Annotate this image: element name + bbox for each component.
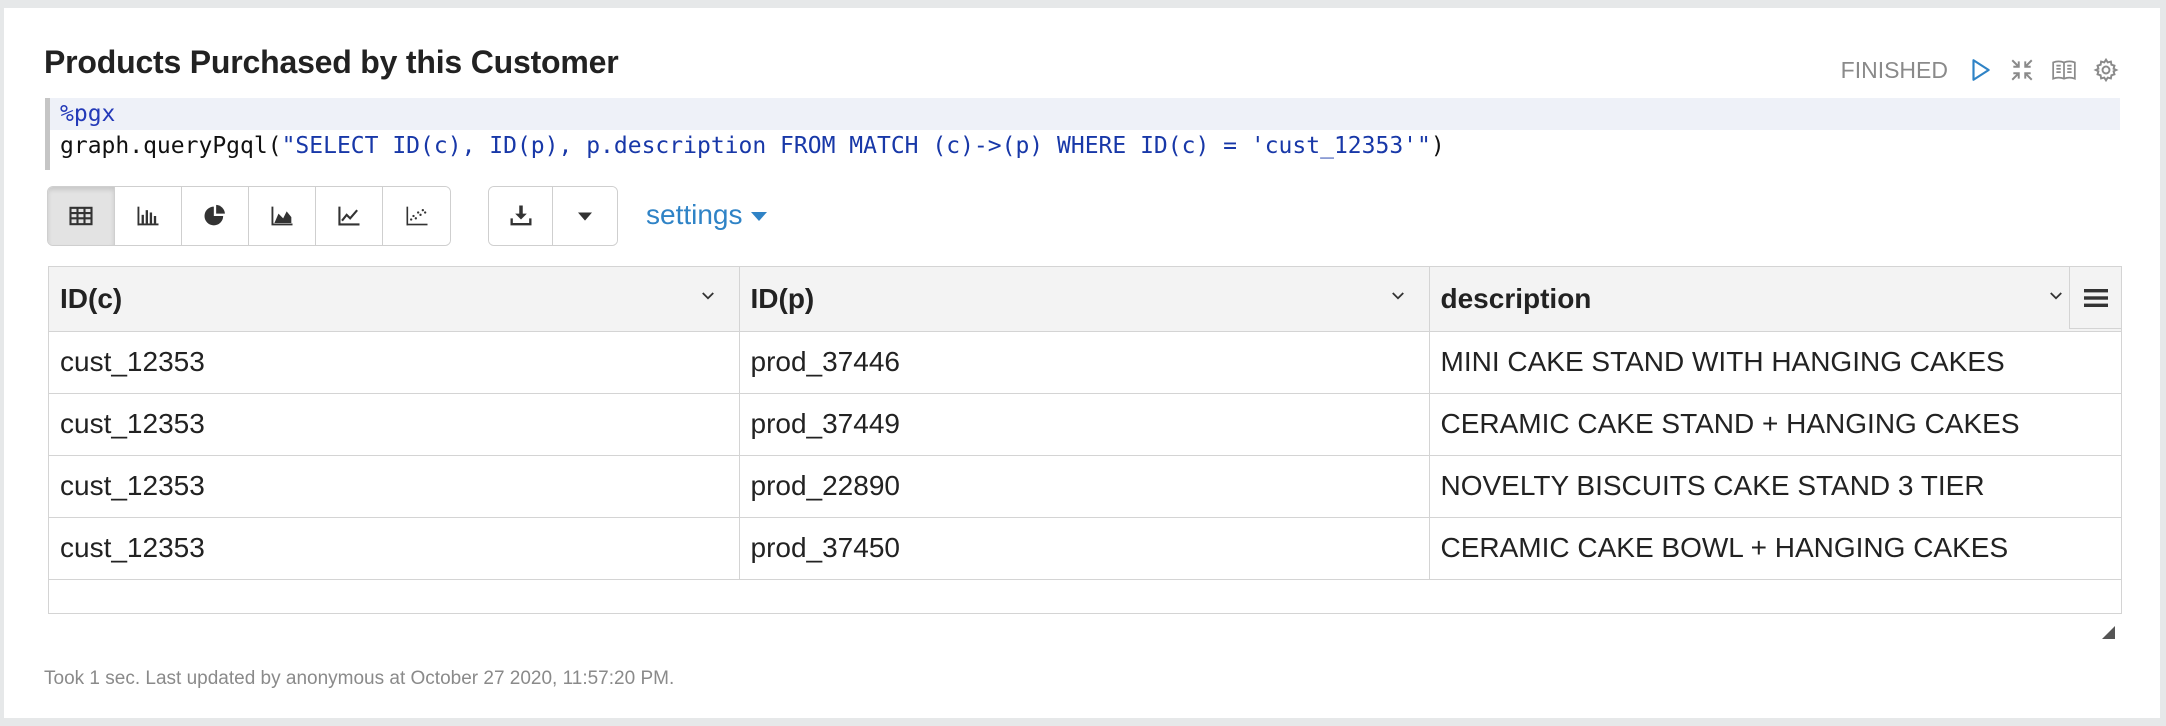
table-row[interactable]: cust_12353 prod_37446 MINI CAKE STAND WI…: [49, 331, 2121, 394]
notebook-paragraph: Products Purchased by this Customer FINI…: [4, 8, 2160, 718]
scatter-chart-button[interactable]: [383, 187, 450, 245]
line-chart-icon: [338, 206, 360, 226]
area-chart-icon: [271, 206, 293, 226]
display-toolbar: settings: [47, 186, 767, 246]
run-icon[interactable]: [1966, 56, 1994, 84]
cell-id-p[interactable]: prod_37450: [739, 517, 1430, 580]
download-group: [488, 186, 618, 246]
table-row[interactable]: cust_12353 prod_37449 CERAMIC CAKE STAND…: [49, 393, 2121, 456]
caret-down-icon: [578, 212, 592, 221]
cell-description[interactable]: CERAMIC CAKE STAND + HANGING CAKES: [1429, 393, 2121, 456]
cell-id-c[interactable]: cust_12353: [49, 455, 740, 518]
cell-id-p[interactable]: prod_37446: [739, 331, 1430, 394]
code-line-interpreter: %pgx: [50, 98, 2120, 130]
settings-caret-icon: [750, 212, 767, 221]
chart-type-group: [47, 186, 451, 246]
column-header-label: description: [1440, 282, 1592, 314]
settings-label: settings: [646, 199, 743, 230]
status-label: FINISHED: [1840, 56, 1948, 83]
result-table: ID(c) ID(p) description cust_12353 prod_…: [48, 266, 2122, 614]
chevron-down-icon[interactable]: [699, 287, 717, 305]
book-icon[interactable]: [2050, 56, 2078, 84]
chevron-down-icon[interactable]: [2047, 287, 2065, 305]
paragraph-controls: FINISHED: [1841, 56, 2120, 84]
cell-id-c[interactable]: cust_12353: [49, 393, 740, 456]
area-chart-button[interactable]: [249, 187, 316, 245]
pie-chart-icon: [204, 204, 225, 226]
scatter-chart-icon: [406, 206, 427, 226]
column-header-label: ID(c): [60, 282, 123, 314]
table-view-button[interactable]: [48, 187, 115, 245]
line-chart-button[interactable]: [316, 187, 383, 245]
menu-icon: [2083, 288, 2108, 307]
settings-dropdown[interactable]: settings: [646, 186, 767, 244]
cell-description[interactable]: NOVELTY BISCUITS CAKE STAND 3 TIER: [1429, 455, 2121, 518]
table-row[interactable]: cust_12353 prod_37450 CERAMIC CAKE BOWL …: [49, 517, 2121, 580]
column-header-description[interactable]: description: [1429, 267, 2121, 332]
download-options-button[interactable]: [553, 187, 617, 245]
pie-chart-button[interactable]: [182, 187, 249, 245]
column-header-label: ID(p): [750, 282, 815, 314]
gear-icon[interactable]: [2092, 56, 2120, 84]
code-close-paren: ): [1430, 133, 1445, 159]
table-row[interactable]: cust_12353 prod_22890 NOVELTY BISCUITS C…: [49, 455, 2121, 518]
cell-description[interactable]: CERAMIC CAKE BOWL + HANGING CAKES: [1429, 517, 2121, 580]
resize-handle-icon[interactable]: [2098, 622, 2116, 640]
cell-id-p[interactable]: prod_37449: [739, 393, 1430, 456]
code-query-string: "SELECT ID(c), ID(p), p.description FROM…: [281, 133, 1431, 159]
code-call: graph.queryPgql(: [60, 133, 282, 159]
cell-id-p[interactable]: prod_22890: [739, 455, 1430, 518]
cell-id-c[interactable]: cust_12353: [49, 517, 740, 580]
table-icon: [69, 206, 93, 226]
code-line-query: graph.queryPgql("SELECT ID(c), ID(p), p.…: [50, 130, 2120, 162]
chevron-down-icon[interactable]: [1389, 287, 1407, 305]
cell-id-c[interactable]: cust_12353: [49, 331, 740, 394]
grid-menu-button[interactable]: [2069, 267, 2121, 329]
column-header-id-p[interactable]: ID(p): [739, 267, 1430, 332]
paragraph-title[interactable]: Products Purchased by this Customer: [44, 44, 619, 81]
cell-description[interactable]: MINI CAKE STAND WITH HANGING CAKES: [1429, 331, 2121, 394]
interpreter-directive: %pgx: [60, 101, 116, 127]
column-header-id-c[interactable]: ID(c): [49, 267, 740, 332]
collapse-icon[interactable]: [2008, 56, 2036, 84]
download-icon: [510, 205, 531, 226]
bar-chart-icon: [137, 206, 159, 226]
download-button[interactable]: [489, 187, 553, 245]
paragraph-footer: Took 1 sec. Last updated by anonymous at…: [44, 668, 675, 689]
bar-chart-button[interactable]: [115, 187, 182, 245]
table-header-row: ID(c) ID(p) description: [49, 267, 2121, 332]
code-editor[interactable]: %pgx graph.queryPgql("SELECT ID(c), ID(p…: [45, 98, 2120, 170]
